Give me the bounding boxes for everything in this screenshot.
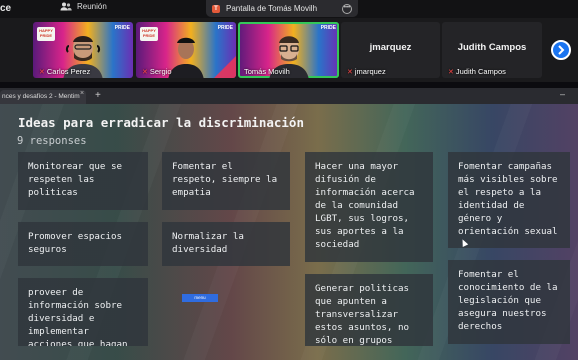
response-card: Promover espacios seguros [18, 222, 148, 266]
sign-graphic: HAPPY PRIDE [140, 27, 158, 41]
response-count: 9 responses [17, 135, 87, 147]
new-tab-button[interactable]: + [95, 90, 101, 101]
mic-muted-icon: ✕ [448, 68, 454, 76]
browser-tab-bar: nces y desafíos 2 - Mentim × + – [0, 88, 578, 104]
participant-name-row: ✕ Judith Campos [448, 67, 506, 76]
slide-button[interactable]: menu [182, 294, 218, 302]
zoom-top-bar: ce Reunión T Pantalla de Tomás Movilh ••… [0, 0, 578, 18]
pride-flag-graphic [214, 56, 236, 78]
browser-tab[interactable]: nces y desafíos 2 - Mentim [0, 90, 86, 104]
response-card: Fomentar campañas más visibles sobre el … [448, 152, 570, 248]
response-text: Fomentar el conocimiento de la legislaci… [458, 269, 558, 332]
participant-name: Sergio [149, 67, 172, 76]
mic-muted-icon: ✕ [39, 68, 45, 76]
pride-badge: PRIDE [320, 25, 336, 31]
participant-tile[interactable]: HAPPY PRIDE PRIDE ✕ Carlos Perez [33, 22, 133, 78]
participant-display-name: jmarquez [369, 42, 412, 53]
participant-tile[interactable]: HAPPY PRIDE PRIDE ✕ Sergio [136, 22, 236, 78]
response-text: Fomentar campañas más visibles sobre el … [458, 161, 558, 237]
mic-muted-icon: ✕ [347, 68, 353, 76]
share-screen-icon: T [212, 4, 220, 13]
participant-tile-active-speaker[interactable]: PRIDE Tomás Movilh [238, 22, 339, 78]
share-label: Pantalla de Tomás Movilh [226, 4, 318, 13]
response-text: Hacer una mayor difusión de información … [315, 161, 415, 250]
more-options-icon[interactable]: ••• [342, 3, 352, 14]
response-card: Fomentar el respeto, siempre la empatia [162, 152, 290, 210]
response-card: proveer de información sobre diversidad … [18, 278, 148, 346]
tab-close-icon[interactable]: × [80, 90, 84, 97]
participant-display-name: Judith Campos [457, 42, 527, 53]
meeting-label: Reunión [77, 2, 107, 11]
participant-tile[interactable]: jmarquez ✕ jmarquez [341, 22, 440, 78]
sign-graphic: HAPPY PRIDE [37, 27, 55, 41]
participant-tile[interactable]: Judith Campos ✕ Judith Campos [442, 22, 542, 78]
response-text: Monitorear que se respeten las politicas [28, 161, 123, 198]
participant-name: Judith Campos [455, 67, 506, 76]
minimize-button[interactable]: – [560, 89, 565, 99]
response-text: Promover espacios seguros [28, 231, 123, 255]
response-card: Generar politicas que apunten a transver… [305, 274, 433, 346]
participant-name: Carlos Perez [46, 67, 91, 76]
chevron-right-icon [558, 45, 565, 55]
participant-name-row: Tomás Movilh [244, 67, 290, 76]
participant-name-row: ✕ jmarquez [347, 67, 386, 76]
pride-badge: PRIDE [114, 25, 130, 31]
participant-name-row: ✕ Sergio [142, 67, 172, 76]
slide-title: Ideas para erradicar la discriminación [18, 115, 304, 130]
participant-video [168, 37, 204, 78]
response-text: Fomentar el respeto, siempre la empatia [172, 161, 278, 198]
participant-gallery: HAPPY PRIDE PRIDE ✕ Carlos Perez HAPPY PRI… [0, 18, 578, 82]
response-text: Generar politicas que apunten a transver… [315, 283, 410, 346]
response-text: Normalizar la diversidad [172, 231, 244, 255]
meeting-participants-button[interactable]: Reunión [60, 2, 107, 11]
pride-badge: PRIDE [217, 25, 233, 31]
response-card: Hacer una mayor difusión de información … [305, 152, 433, 262]
mic-muted-icon: ✕ [142, 68, 148, 76]
gallery-next-button[interactable] [551, 40, 571, 60]
presentation-slide: Ideas para erradicar la discriminación 9… [0, 104, 578, 360]
participant-name: jmarquez [354, 67, 386, 76]
response-card: Normalizar la diversidad [162, 222, 290, 266]
screen-share-indicator[interactable]: T Pantalla de Tomás Movilh ••• [206, 0, 358, 17]
response-card: Monitorear que se respeten las politicas [18, 152, 148, 210]
response-text: proveer de información sobre diversidad … [28, 287, 128, 346]
response-card: Fomentar el conocimiento de la legislaci… [448, 260, 570, 344]
people-icon [60, 2, 72, 11]
app-title: ce [0, 3, 12, 14]
participant-name: Tomás Movilh [244, 67, 290, 76]
tab-title: nces y desafíos 2 - Mentim [2, 93, 80, 100]
participant-name-row: ✕ Carlos Perez [39, 67, 90, 76]
